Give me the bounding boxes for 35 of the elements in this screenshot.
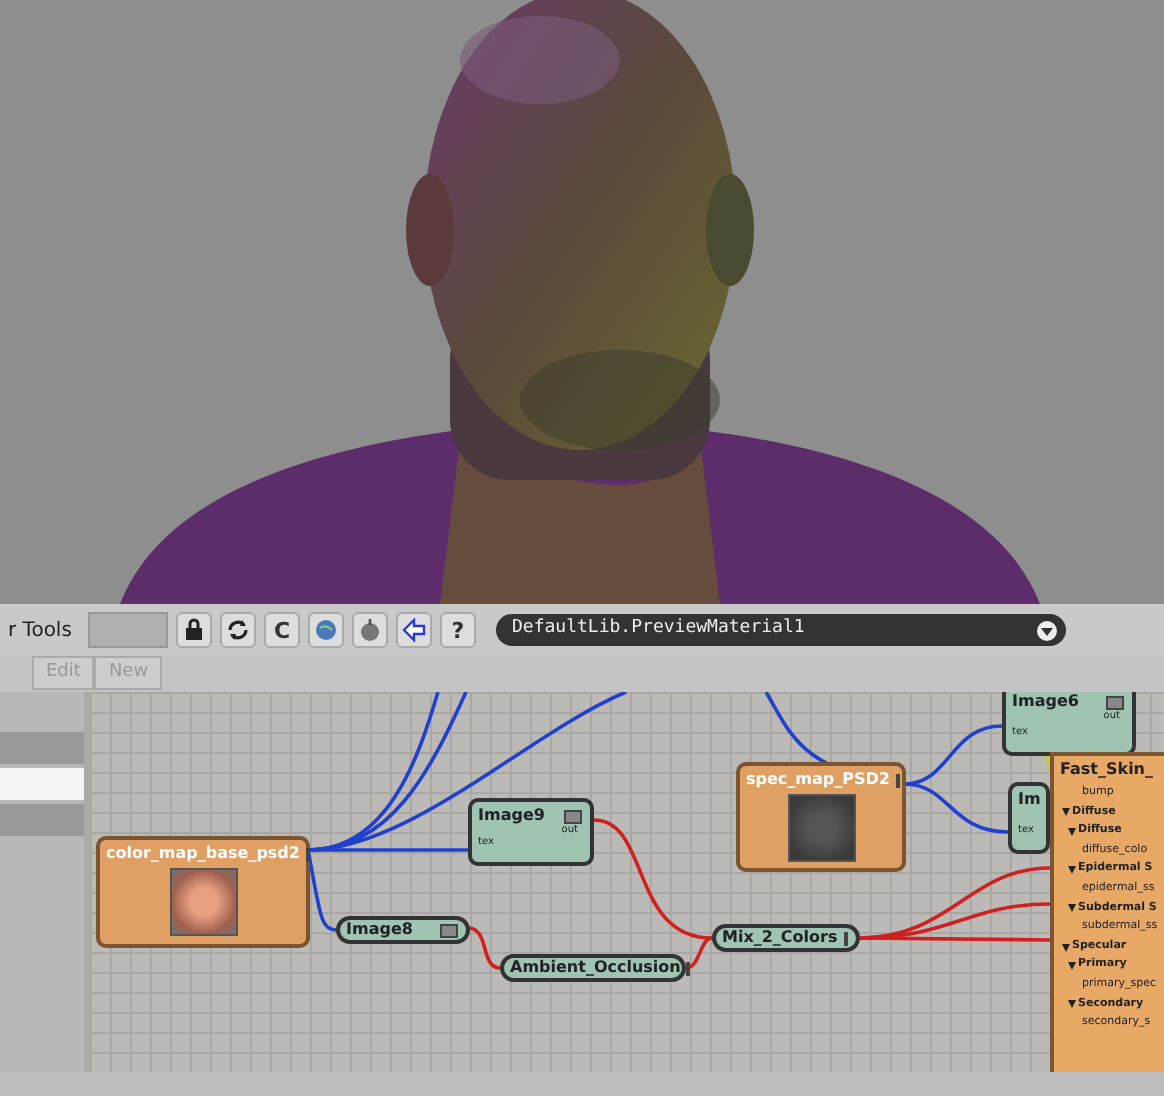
lock-button[interactable] (176, 612, 212, 648)
arrow-left-icon (402, 618, 426, 642)
back-button[interactable] (396, 612, 432, 648)
expand-icon[interactable] (1068, 1000, 1076, 1009)
help-button[interactable]: ? (440, 612, 476, 648)
shelf-slots (88, 612, 168, 648)
node-title: Ambient_Occlusion (508, 958, 683, 978)
lock-icon (182, 618, 206, 642)
expand-icon[interactable] (1068, 827, 1076, 836)
node-title: Image8 (344, 920, 415, 940)
dropdown-value: DefaultLib.PreviewMaterial1 (512, 616, 805, 643)
globe-icon (314, 618, 338, 642)
node-title: Mix_2_Colors (720, 928, 840, 948)
sphere-icon (358, 618, 382, 642)
utility-node[interactable]: Image8 (336, 916, 470, 944)
node-title: spec_map_PSD2 (744, 768, 892, 792)
expand-icon[interactable] (1062, 808, 1070, 817)
node-title: Fast_Skin_ (1058, 758, 1155, 782)
toolbar-label: r Tools (8, 617, 74, 645)
expand-icon[interactable] (1068, 866, 1076, 875)
node-title: color_map_base_psd2 (104, 842, 302, 866)
globe-button[interactable] (308, 612, 344, 648)
expand-icon[interactable] (1068, 962, 1076, 971)
letter-button[interactable]: C (264, 612, 300, 648)
node-title: Im (1016, 788, 1043, 812)
expand-icon[interactable] (1062, 943, 1070, 952)
utility-node[interactable]: Ambient_Occlusion (500, 954, 686, 982)
node-title: Image6 (1010, 692, 1081, 714)
utility-node[interactable]: Mix_2_Colors (712, 924, 860, 952)
refresh-icon (226, 618, 250, 642)
connection-wire (467, 926, 501, 970)
expand-icon[interactable] (1068, 904, 1076, 913)
refresh-button[interactable] (220, 612, 256, 648)
material-dropdown[interactable]: DefaultLib.PreviewMaterial1 (496, 614, 1066, 646)
node-title: Image9 (476, 804, 547, 828)
